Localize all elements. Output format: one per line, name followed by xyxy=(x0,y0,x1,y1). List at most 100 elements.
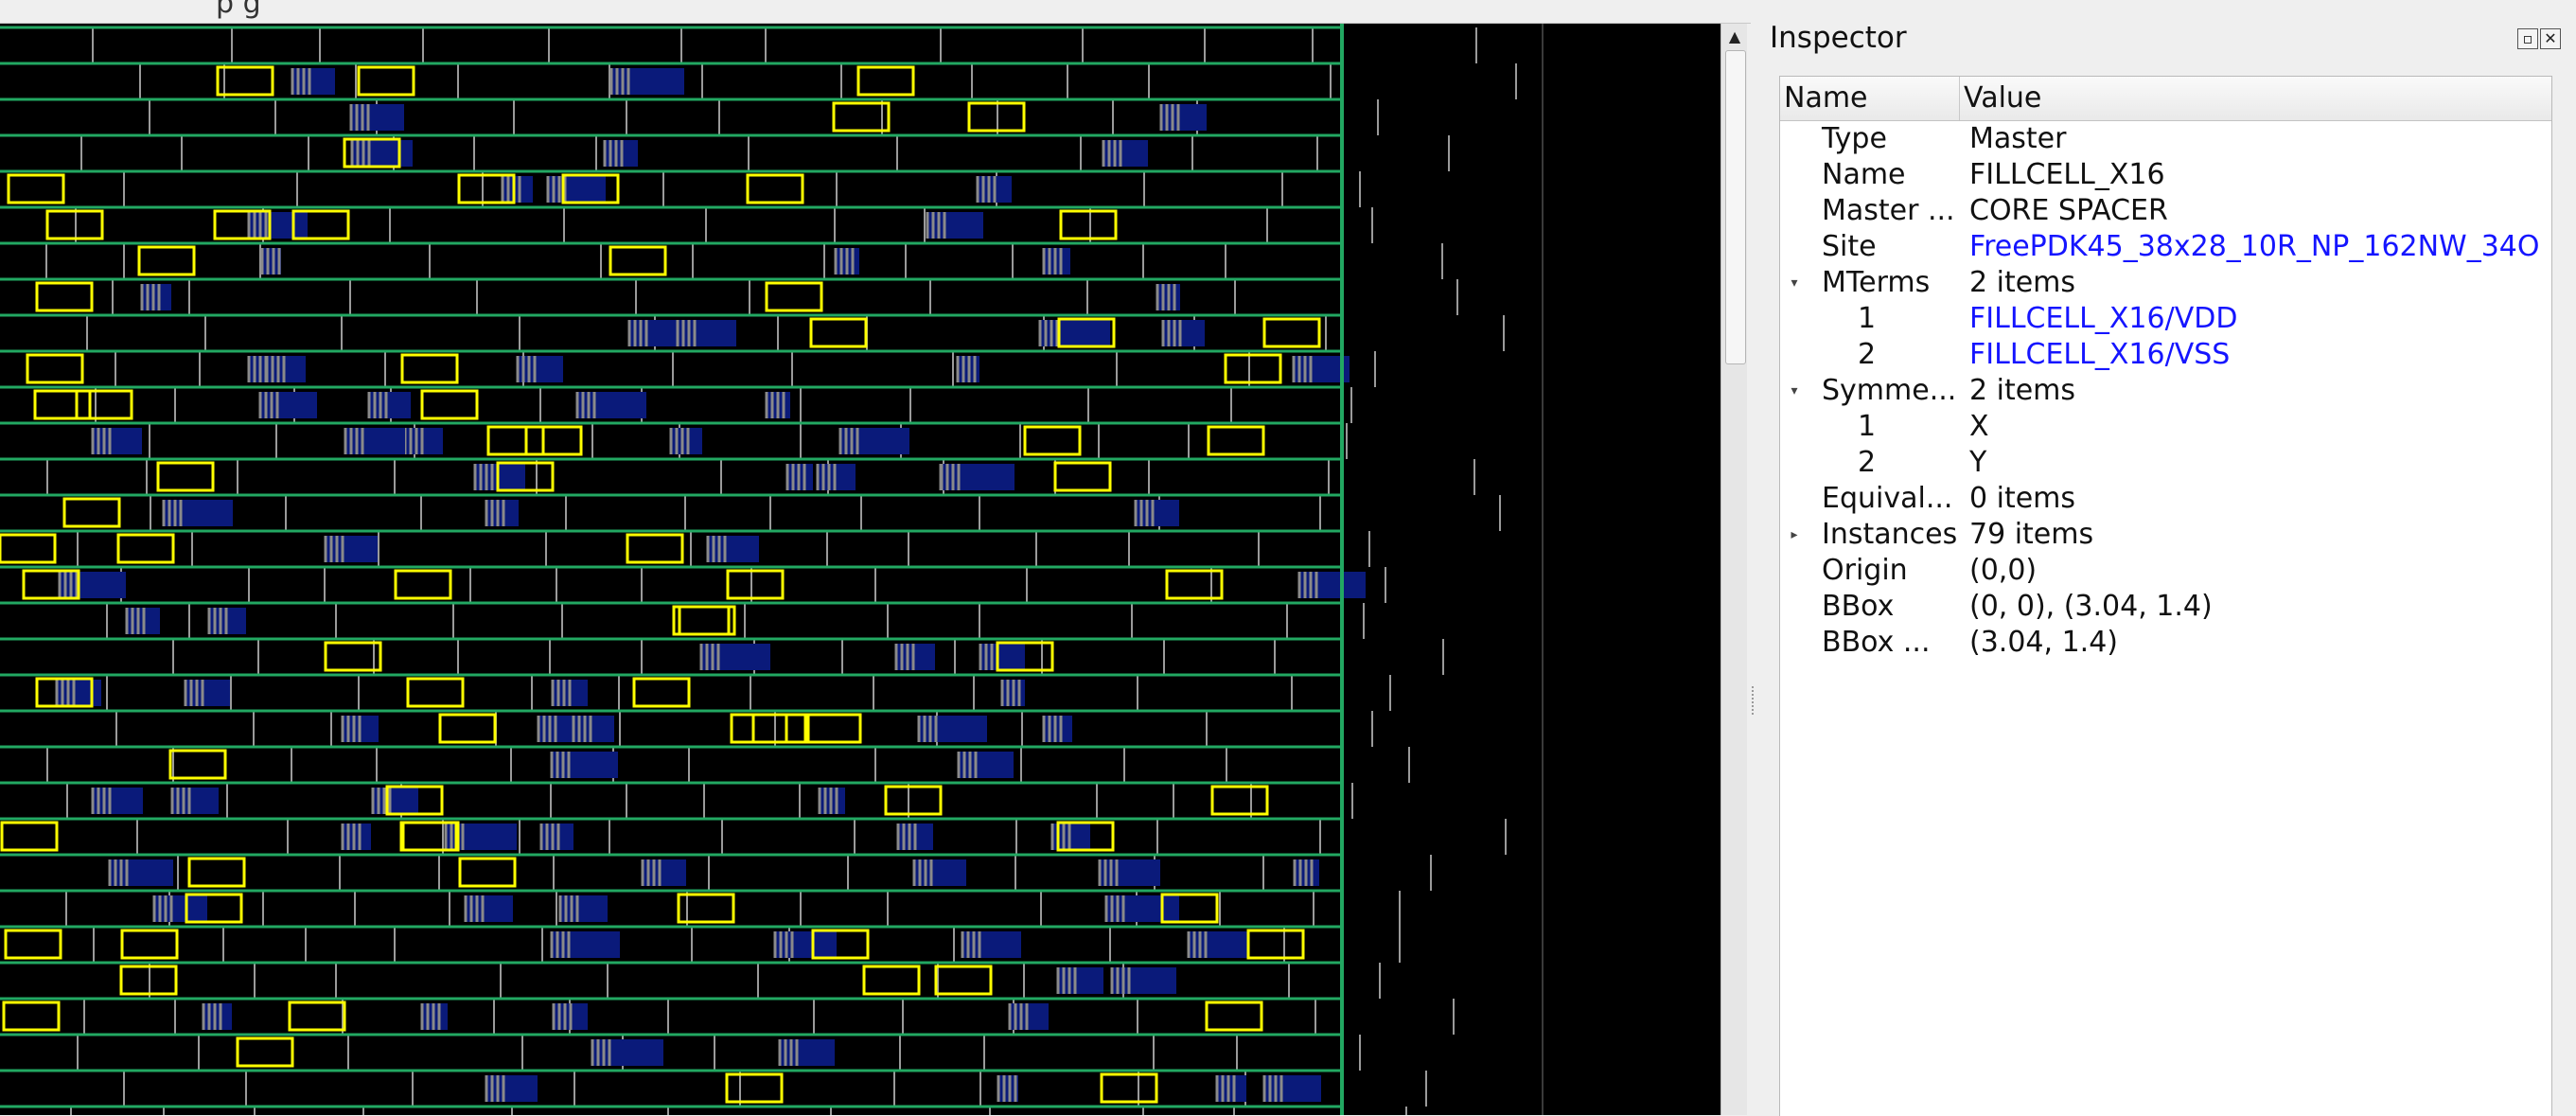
selected-instance xyxy=(187,857,246,888)
selected-instance xyxy=(438,713,497,744)
tree-row[interactable]: 1X xyxy=(1780,409,2551,445)
std-cell xyxy=(326,536,378,562)
std-cell xyxy=(486,1075,538,1102)
std-cell xyxy=(959,752,1014,778)
selected-instance xyxy=(216,65,274,97)
selected-instance xyxy=(609,245,667,276)
menubar-fragment: p g xyxy=(216,0,261,20)
tree-row-name: Equival... xyxy=(1822,482,1953,515)
std-cell xyxy=(1112,967,1176,994)
close-icon[interactable]: ✕ xyxy=(2540,28,2561,49)
collapse-arrow-icon[interactable]: ▾ xyxy=(1784,373,1805,409)
std-cell xyxy=(154,895,207,922)
selected-instance xyxy=(884,785,943,816)
tree-row-value: (0,0) xyxy=(1969,554,2038,587)
selected-instance xyxy=(809,317,868,348)
selected-instance xyxy=(626,533,684,564)
tree-row-name: 1 xyxy=(1858,410,1877,443)
tree-row-name: Type xyxy=(1822,122,1887,155)
inspector-title: Inspector xyxy=(1770,21,1907,55)
tree-row-value: (0, 0), (3.04, 1.4) xyxy=(1969,590,2213,623)
tree-row[interactable]: BBox ... (3.04, 1.4) xyxy=(1780,625,2551,661)
tree-row[interactable]: BBox (0, 0), (3.04, 1.4) xyxy=(1780,589,2551,625)
selected-instance xyxy=(75,389,133,420)
selected-instance xyxy=(2,1001,61,1032)
float-icon[interactable]: ▫ xyxy=(2517,28,2538,49)
tree-row-name: BBox ... xyxy=(1822,626,1931,659)
selected-instance xyxy=(0,821,59,852)
selected-instance xyxy=(62,497,121,528)
tree-row-name: Symme... xyxy=(1822,374,1957,407)
selected-instance xyxy=(137,245,196,276)
tree-row-value: 79 items xyxy=(1969,518,2094,551)
tree-row[interactable]: Equival... 0 items xyxy=(1780,481,2551,517)
selected-instance xyxy=(1207,425,1265,456)
scrollbar-thumb[interactable] xyxy=(1725,50,1746,364)
selected-instance xyxy=(168,749,227,780)
tree-row[interactable]: ▾ Symme... 2 items xyxy=(1780,373,2551,409)
std-cell xyxy=(548,176,606,203)
column-header-value[interactable]: Value xyxy=(1960,77,2551,120)
selected-instance xyxy=(862,965,921,996)
tree-row-link[interactable]: FILLCELL_X16/VSS xyxy=(1969,337,2230,373)
std-cell xyxy=(351,104,404,131)
tree-row-value: 0 items xyxy=(1969,482,2076,515)
selected-instance xyxy=(856,65,915,97)
selected-instance xyxy=(1205,1001,1263,1032)
layout-canvas[interactable] xyxy=(0,24,1720,1115)
scroll-up-icon[interactable]: ▲ xyxy=(1721,24,1748,48)
inspector-tree[interactable]: Name Value Type Master Name FILLCELL_X16 Mas… xyxy=(1779,76,2552,1116)
std-cell xyxy=(708,536,759,562)
std-cell xyxy=(775,931,837,958)
selected-instance xyxy=(725,1072,784,1104)
std-cell xyxy=(1044,248,1070,275)
selected-instance xyxy=(832,101,891,133)
tree-row-value: 2 items xyxy=(1969,374,2076,407)
tree-row-name: Master ... xyxy=(1822,194,1955,227)
selected-instance xyxy=(1059,209,1118,240)
selected-instance xyxy=(765,281,823,312)
tree-row[interactable]: Site FreePDK45_38x28_10R_NP_162NW_34O xyxy=(1780,229,2551,265)
tree-row-name: 2 xyxy=(1858,446,1877,479)
tree-row[interactable]: Type Master xyxy=(1780,121,2551,157)
tree-row-name: Origin xyxy=(1822,554,1908,587)
std-cell xyxy=(1189,931,1248,958)
tree-row[interactable]: ▾ MTerms 2 items xyxy=(1780,265,2551,301)
selected-instance xyxy=(1023,425,1082,456)
tree-row[interactable]: 2Y xyxy=(1780,445,2551,481)
selected-instance xyxy=(236,1036,294,1068)
tree-row[interactable]: Name FILLCELL_X16 xyxy=(1780,157,2551,193)
tree-row-link[interactable]: FILLCELL_X16/VDD xyxy=(1969,301,2237,337)
std-cell xyxy=(1100,859,1160,886)
selected-instance xyxy=(1224,353,1282,384)
vertical-scrollbar[interactable]: ▲ xyxy=(1720,24,1748,1115)
tree-row[interactable]: ▸ Instances 79 items xyxy=(1780,517,2551,553)
tree-row-name: 2 xyxy=(1858,338,1877,371)
tree-row-name: BBox xyxy=(1822,590,1895,623)
column-header-name[interactable]: Name xyxy=(1780,77,1960,120)
tree-row[interactable]: Master ... CORE SPACER xyxy=(1780,193,2551,229)
selected-instance xyxy=(4,929,62,960)
selected-instance xyxy=(7,173,65,204)
tree-row-value: CORE SPACER xyxy=(1969,194,2168,227)
tree-row[interactable]: 1 FILLCELL_X16/VDD xyxy=(1780,301,2551,337)
selected-instance xyxy=(1053,461,1112,492)
collapse-arrow-icon[interactable]: ▾ xyxy=(1784,265,1805,301)
tree-row-link[interactable]: FreePDK45_38x28_10R_NP_162NW_34O xyxy=(1969,229,2540,265)
selected-instance xyxy=(1100,1072,1158,1104)
splitter-grip[interactable] xyxy=(1752,686,1756,715)
tree-row[interactable]: 2 FILLCELL_X16/VSS xyxy=(1780,337,2551,373)
tree-row-value: (3.04, 1.4) xyxy=(1969,626,2118,659)
selected-instance xyxy=(632,677,691,708)
std-cell xyxy=(962,931,1021,958)
inspector-panel: Inspector ▫ ✕ Name Value Type Master Name F… xyxy=(1760,0,2576,1116)
tree-row[interactable]: Origin (0,0) xyxy=(1780,553,2551,589)
std-cell xyxy=(914,859,966,886)
selected-instance xyxy=(156,461,215,492)
selected-instance xyxy=(1246,929,1305,960)
dock-splitter[interactable] xyxy=(1747,24,1760,1115)
tree-row-name: Name xyxy=(1822,158,1906,191)
selected-instance xyxy=(394,569,452,600)
tree-row-name: MTerms xyxy=(1822,266,1931,299)
expand-arrow-icon[interactable]: ▸ xyxy=(1784,517,1805,553)
